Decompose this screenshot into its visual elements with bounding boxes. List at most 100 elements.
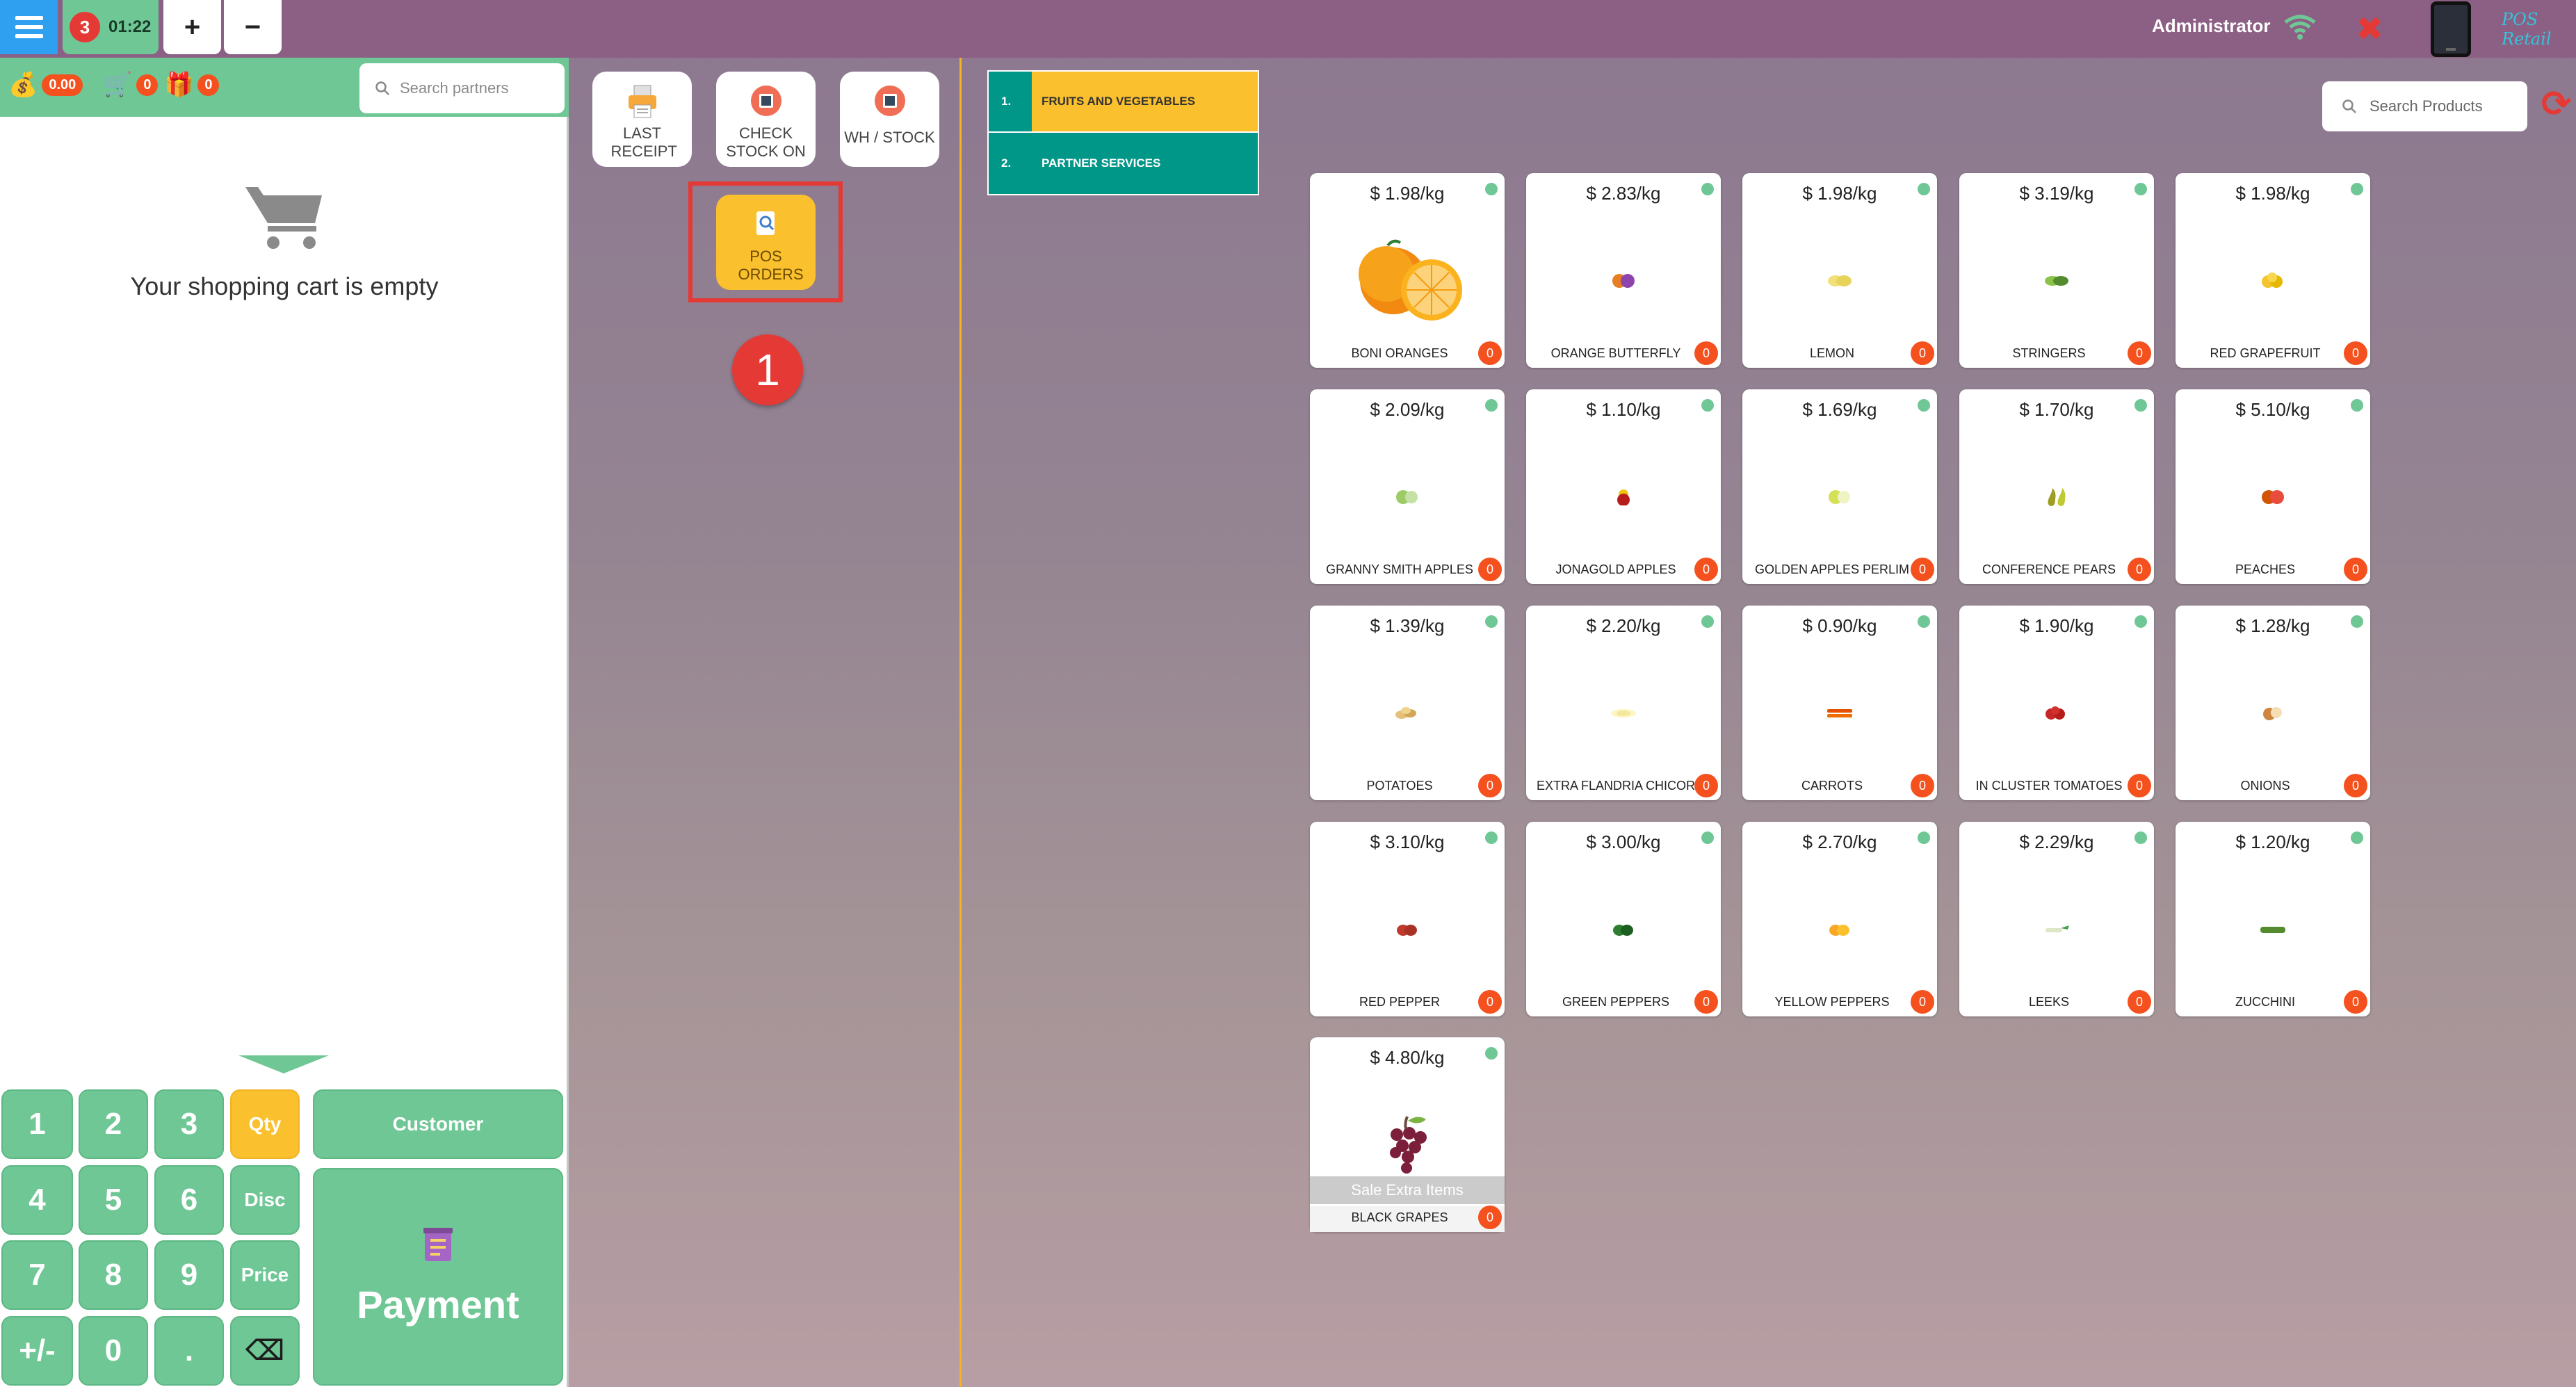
key-9[interactable]: 9	[154, 1240, 224, 1310]
partner-search-input[interactable]	[400, 79, 553, 97]
product-card[interactable]: $ 1.98/kg RED GRAPEFRUIT 0	[2176, 173, 2370, 368]
key-3[interactable]: 3	[154, 1089, 224, 1159]
product-name: BLACK GRAPES	[1310, 1206, 1505, 1232]
product-extra-label: Sale Extra Items	[1310, 1176, 1505, 1204]
payment-label: Payment	[357, 1283, 519, 1327]
check-stock-button[interactable]: CHECK STOCK ON	[716, 72, 816, 167]
disc-mode-button[interactable]: Disc	[230, 1165, 300, 1235]
product-qty-badge: 0	[1911, 558, 1934, 581]
product-card[interactable]: $ 2.20/kg EXTRA FLANDRIA CHICOR 0	[1526, 606, 1721, 800]
last-receipt-button[interactable]: LAST RECEIPT	[592, 72, 692, 167]
key-1[interactable]: 1	[1, 1089, 73, 1159]
add-order-button[interactable]: +	[163, 0, 221, 54]
product-price: $ 2.09/kg	[1370, 399, 1445, 420]
product-card[interactable]: $ 1.39/kg POTATOES 0	[1310, 606, 1505, 800]
product-name: CARROTS	[1801, 779, 1863, 793]
availability-dot-icon	[2351, 183, 2363, 195]
product-qty-badge: 0	[2128, 558, 2151, 581]
product-card[interactable]: $ 2.70/kg YELLOW PEPPERS 0	[1742, 822, 1937, 1016]
product-qty-badge: 0	[1694, 558, 1718, 581]
product-card[interactable]: $ 5.10/kg PEACHES 0	[2176, 389, 2370, 584]
product-name: ZUCCHINI	[2235, 995, 2295, 1009]
product-image	[2176, 668, 2370, 759]
close-icon[interactable]: ✖	[2356, 10, 2383, 49]
partner-search[interactable]	[359, 63, 565, 113]
category-name: FRUITS AND VEGETABLES	[1032, 72, 1258, 131]
key-8[interactable]: 8	[79, 1240, 148, 1310]
warehouse-icon	[874, 86, 905, 116]
customer-button[interactable]: Customer	[313, 1089, 563, 1159]
remove-order-button[interactable]: −	[224, 0, 282, 54]
refresh-icon[interactable]: ⟳	[2541, 83, 2572, 125]
key-6[interactable]: 6	[154, 1165, 224, 1235]
product-card[interactable]: $ 2.83/kg ORANGE BUTTERFLY 0	[1526, 173, 1721, 368]
user-name[interactable]: Administrator	[2152, 15, 2270, 37]
product-qty-badge: 0	[2128, 341, 2151, 365]
product-qty-badge: 0	[2128, 990, 2151, 1014]
product-card[interactable]: $ 2.09/kg GRANNY SMITH APPLES 0	[1310, 389, 1505, 584]
key-7[interactable]: 7	[1, 1240, 73, 1310]
availability-dot-icon	[1485, 615, 1498, 628]
product-card[interactable]: $ 0.90/kg CARROTS 0	[1742, 606, 1937, 800]
wh-stock-button[interactable]: WH / STOCK	[840, 72, 939, 167]
availability-dot-icon	[2351, 832, 2363, 844]
product-card[interactable]: $ 3.00/kg GREEN PEPPERS 0	[1526, 822, 1721, 1016]
product-name: GRANNY SMITH APPLES	[1326, 562, 1473, 576]
decimal-button[interactable]: .	[154, 1316, 224, 1386]
product-qty-badge: 0	[2344, 990, 2367, 1014]
product-card[interactable]: $ 4.80/kg Sale Extra Items BLACK GRAPES 0	[1310, 1037, 1505, 1232]
availability-dot-icon	[2134, 832, 2147, 844]
key-4[interactable]: 4	[1, 1165, 73, 1235]
product-name: GOLDEN APPLES PERLIM	[1754, 562, 1910, 576]
product-qty-badge: 0	[1694, 774, 1718, 797]
product-name: ONIONS	[2240, 779, 2290, 793]
product-card[interactable]: $ 3.10/kg RED PEPPER 0	[1310, 822, 1505, 1016]
availability-dot-icon	[2351, 615, 2363, 628]
cart-stat[interactable]: 🛒 0	[103, 73, 159, 97]
availability-dot-icon	[1918, 615, 1930, 628]
key-2[interactable]: 2	[79, 1089, 148, 1159]
product-card[interactable]: $ 1.98/kg LEMON 0	[1742, 173, 1937, 368]
product-card[interactable]: $ 1.28/kg ONIONS 0	[2176, 606, 2370, 800]
product-qty-badge: 0	[1911, 774, 1934, 797]
product-qty-badge: 0	[1911, 341, 1934, 365]
category-fruits-vegetables[interactable]: 1. FRUITS AND VEGETABLES	[987, 70, 1259, 133]
cart-count: 0	[136, 74, 159, 96]
category-number: 1.	[1001, 95, 1012, 108]
category-number: 2.	[1001, 156, 1012, 170]
gift-stat[interactable]: 🎁 0	[164, 73, 220, 97]
product-price: $ 3.19/kg	[2019, 183, 2094, 204]
menu-button[interactable]	[0, 0, 58, 54]
product-search-input[interactable]	[2370, 97, 2516, 115]
category-partner-services[interactable]: 2. PARTNER SERVICES	[987, 133, 1259, 195]
product-image	[2176, 452, 2370, 542]
price-mode-button[interactable]: Price	[230, 1240, 300, 1310]
product-card[interactable]: $ 1.90/kg IN CLUSTER TOMATOES 0	[1959, 606, 2154, 800]
product-card[interactable]: $ 1.10/kg JONAGOLD APPLES 0	[1526, 389, 1721, 584]
search-icon	[2342, 99, 2356, 113]
availability-dot-icon	[1485, 399, 1498, 412]
key-0[interactable]: 0	[79, 1316, 148, 1386]
order-tab[interactable]: 3 01:22	[63, 0, 159, 54]
device-icon[interactable]	[2431, 1, 2471, 57]
points-stat[interactable]: 💰 0.00	[8, 73, 83, 97]
payment-button[interactable]: Payment	[313, 1168, 563, 1386]
product-image	[1959, 884, 2154, 975]
product-card[interactable]: $ 1.70/kg CONFERENCE PEARS 0	[1959, 389, 2154, 584]
coins-icon: 💰	[8, 72, 38, 98]
product-image	[2176, 236, 2370, 326]
product-card[interactable]: $ 3.19/kg STRINGERS 0	[1959, 173, 2154, 368]
collapse-arrow-icon[interactable]	[238, 1055, 329, 1073]
order-header: 💰 0.00 🛒 0 🎁 0	[0, 58, 569, 117]
product-card[interactable]: $ 2.29/kg LEEKS 0	[1959, 822, 2154, 1016]
backspace-button[interactable]: ⌫	[230, 1316, 300, 1386]
product-card[interactable]: $ 1.98/kg BONI ORANGES 0	[1310, 173, 1505, 368]
product-price: $ 1.39/kg	[1370, 615, 1445, 636]
product-search[interactable]	[2322, 81, 2527, 131]
qty-mode-button[interactable]: Qty	[230, 1089, 300, 1159]
product-card[interactable]: $ 1.69/kg GOLDEN APPLES PERLIM 0	[1742, 389, 1937, 584]
sign-toggle-button[interactable]: +/-	[1, 1316, 73, 1386]
product-name: PEACHES	[2235, 562, 2296, 576]
product-card[interactable]: $ 1.20/kg ZUCCHINI 0	[2176, 822, 2370, 1016]
key-5[interactable]: 5	[79, 1165, 148, 1235]
